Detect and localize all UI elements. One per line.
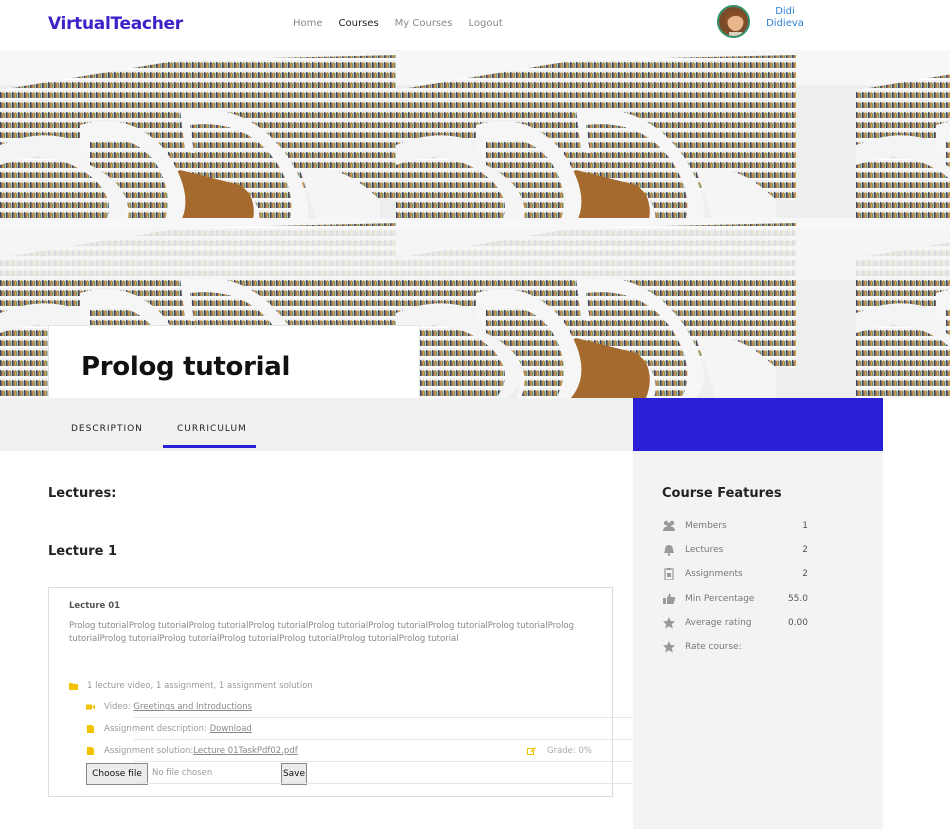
course-features-sidebar: Course Features Members 1 Lectures 2 Ass…	[633, 451, 883, 829]
feature-value: 2	[802, 569, 808, 579]
tab-curriculum[interactable]: CURRICULUM	[177, 424, 247, 434]
main-nav: Home Courses My Courses Logout	[293, 18, 519, 29]
user-last-name: Didieva	[766, 18, 804, 29]
tab-description[interactable]: DESCRIPTION	[71, 424, 143, 434]
nav-home[interactable]: Home	[293, 18, 323, 29]
lectures-heading: Lectures:	[48, 486, 117, 501]
video-label: Video:	[104, 702, 134, 712]
assignment-download-link[interactable]: Download	[210, 724, 252, 734]
feature-label: Assignments	[685, 569, 743, 579]
course-tabs: DESCRIPTION CURRICULUM	[0, 398, 633, 451]
row-divider	[134, 761, 640, 762]
top-navbar: VirtualTeacher Home Courses My Courses L…	[0, 0, 950, 50]
row-divider	[134, 783, 640, 784]
folder-icon	[69, 683, 78, 690]
course-features-heading: Course Features	[662, 486, 782, 501]
user-name-link[interactable]: Didi Didieva	[762, 6, 808, 30]
bell-icon	[664, 545, 674, 556]
feature-value: 55.0	[787, 594, 808, 604]
file-icon	[87, 747, 94, 755]
active-tab-indicator	[163, 445, 256, 448]
solution-label: Assignment solution:	[104, 746, 194, 756]
video-camera-icon	[86, 704, 95, 710]
row-divider	[134, 739, 640, 740]
nav-logout[interactable]: Logout	[469, 18, 503, 29]
feature-rate-course: Rate course:	[662, 641, 808, 655]
solution-link[interactable]: Lecture 01TaskPdf02.pdf	[193, 746, 297, 756]
edit-icon[interactable]	[527, 747, 536, 755]
row-divider	[134, 717, 640, 718]
user-first-name: Didi	[775, 6, 795, 17]
nav-my-courses[interactable]: My Courses	[395, 18, 453, 29]
lecture-summary: 1 lecture video, 1 assignment, 1 assignm…	[87, 681, 313, 691]
file-icon	[87, 725, 94, 733]
rate-course-label[interactable]: Rate course:	[685, 642, 742, 652]
users-icon	[663, 520, 675, 531]
feature-label: Members	[685, 521, 727, 531]
star-icon	[663, 641, 675, 653]
lecture-description: Prolog tutorialProlog tutorialProlog tut…	[69, 621, 575, 644]
feature-members: Members 1	[662, 520, 808, 534]
feature-average-rating: Average rating 0.00	[662, 617, 808, 631]
course-title-card: Prolog tutorial	[48, 325, 420, 398]
file-status-text: No file chosen	[152, 768, 213, 778]
feature-label: Average rating	[685, 618, 752, 628]
sidebar-header-block	[633, 398, 883, 451]
grade-value: Grade: 0%	[547, 746, 592, 756]
feature-min-percentage: Min Percentage 55.0	[662, 593, 808, 607]
lecture-card: Lecture 01 Prolog tutorialProlog tutoria…	[48, 587, 640, 797]
thumbs-up-icon	[663, 593, 676, 604]
lecture-title: Lecture 01	[69, 601, 121, 611]
feature-assignments: Assignments 2	[662, 568, 808, 582]
course-title: Prolog tutorial	[81, 352, 291, 382]
assignment-label: Assignment description:	[104, 724, 210, 734]
clipboard-icon	[664, 568, 674, 580]
feature-label: Min Percentage	[685, 594, 755, 604]
nav-courses[interactable]: Courses	[339, 18, 379, 29]
site-logo[interactable]: VirtualTeacher	[48, 14, 183, 34]
star-icon	[663, 617, 675, 629]
feature-value: 1	[802, 521, 808, 531]
course-hero-banner: Prolog tutorial	[0, 50, 950, 398]
avatar[interactable]	[717, 5, 750, 38]
feature-value: 2	[802, 545, 808, 555]
lecture-heading: Lecture 1	[48, 544, 118, 559]
feature-label: Lectures	[685, 545, 724, 555]
feature-value: 0.00	[787, 618, 808, 628]
choose-file-button[interactable]: Choose file	[86, 763, 148, 785]
feature-lectures: Lectures 2	[662, 544, 808, 558]
save-button[interactable]: Save	[281, 763, 307, 785]
video-link[interactable]: Greetings and Introductions	[133, 702, 252, 712]
